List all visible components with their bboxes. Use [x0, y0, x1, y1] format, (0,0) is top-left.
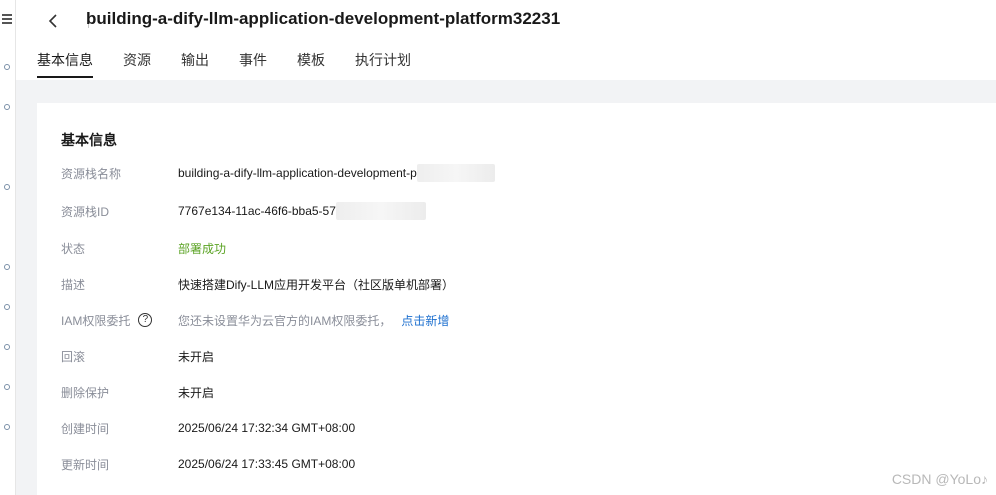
created-time-row: 创建时间 2025/06/24 17:32:34 GMT+08:00	[61, 418, 355, 438]
stack-id-value: 7767e134-11ac-46f6-bba5-57	[178, 202, 426, 220]
basic-info-card: 基本信息 资源栈名称 building-a-dify-llm-applicati…	[37, 103, 996, 495]
nav-icon[interactable]	[4, 344, 10, 350]
status-value: 部署成功	[178, 241, 227, 256]
description-value: 快速搭建Dify-LLM应用开发平台（社区版单机部署）	[178, 277, 455, 292]
iam-label-text: IAM权限委托	[61, 313, 131, 328]
stack-detail-page: building-a-dify-llm-application-developm…	[0, 0, 996, 495]
nav-icon[interactable]	[4, 424, 10, 430]
section-title: 基本信息	[61, 132, 117, 148]
updated-time-row: 更新时间 2025/06/24 17:33:45 GMT+08:00	[61, 454, 355, 474]
stack-id-text: 7767e134-11ac-46f6-bba5-57	[178, 204, 336, 218]
delete-protection-value: 未开启	[178, 385, 215, 400]
tab-basic-info[interactable]: 基本信息	[37, 50, 93, 78]
rollback-row: 回滚 未开启	[61, 346, 214, 366]
field-label: IAM权限委托 ?	[61, 312, 178, 329]
back-button[interactable]	[44, 10, 64, 32]
nav-icon[interactable]	[4, 184, 10, 190]
field-label: 删除保护	[61, 385, 110, 400]
field-label: 回滚	[61, 349, 86, 364]
field-label: 描述	[61, 277, 86, 292]
page-title: building-a-dify-llm-application-developm…	[86, 9, 561, 28]
field-label: 创建时间	[61, 421, 110, 436]
stack-id-row: 资源栈ID 7767e134-11ac-46f6-bba5-57	[61, 201, 426, 221]
nav-icon[interactable]	[4, 304, 10, 310]
watermark: CSDN @YoLo♪	[891, 471, 988, 487]
field-label: 更新时间	[61, 457, 110, 472]
page-header: building-a-dify-llm-application-developm…	[16, 0, 996, 80]
status-row: 状态 部署成功	[61, 238, 226, 258]
tab-outputs[interactable]: 输出	[181, 50, 209, 78]
nav-icon[interactable]	[4, 264, 10, 270]
created-time-value: 2025/06/24 17:32:34 GMT+08:00	[178, 421, 356, 435]
nav-icon[interactable]	[4, 64, 10, 70]
rollback-value: 未开启	[178, 349, 215, 364]
nav-icon[interactable]	[4, 104, 10, 110]
chevron-left-icon	[48, 14, 57, 28]
redacted-block	[416, 164, 495, 182]
nav-icon[interactable]	[4, 384, 10, 390]
delete-protection-row: 删除保护 未开启	[61, 382, 214, 402]
tab-resources[interactable]: 资源	[123, 50, 151, 78]
field-label: 资源栈名称	[61, 166, 122, 181]
iam-row: IAM权限委托 ? 您还未设置华为云官方的IAM权限委托， 点击新增	[61, 310, 449, 330]
stack-name-text: building-a-dify-llm-application-developm…	[178, 166, 417, 180]
side-nav-strip[interactable]	[0, 0, 16, 495]
tab-events[interactable]: 事件	[239, 50, 267, 78]
menu-icon[interactable]	[2, 14, 12, 24]
stack-name-value: building-a-dify-llm-application-developm…	[178, 164, 495, 182]
description-row: 描述 快速搭建Dify-LLM应用开发平台（社区版单机部署）	[61, 274, 454, 294]
tab-bar: 基本信息 资源 输出 事件 模板 执行计划	[37, 50, 441, 78]
field-label: 状态	[61, 241, 86, 256]
stack-name-row: 资源栈名称 building-a-dify-llm-application-de…	[61, 163, 495, 183]
add-iam-delegation-link[interactable]: 点击新增	[401, 312, 449, 329]
help-icon[interactable]: ?	[138, 313, 153, 327]
field-label: 资源栈ID	[61, 204, 110, 219]
iam-value: 您还未设置华为云官方的IAM权限委托， 点击新增	[178, 312, 449, 329]
tab-execution-plan[interactable]: 执行计划	[355, 50, 411, 78]
iam-hint-text: 您还未设置华为云官方的IAM权限委托，	[178, 313, 392, 328]
updated-time-value: 2025/06/24 17:33:45 GMT+08:00	[178, 457, 356, 471]
redacted-block	[335, 202, 426, 220]
tab-template[interactable]: 模板	[297, 50, 325, 78]
